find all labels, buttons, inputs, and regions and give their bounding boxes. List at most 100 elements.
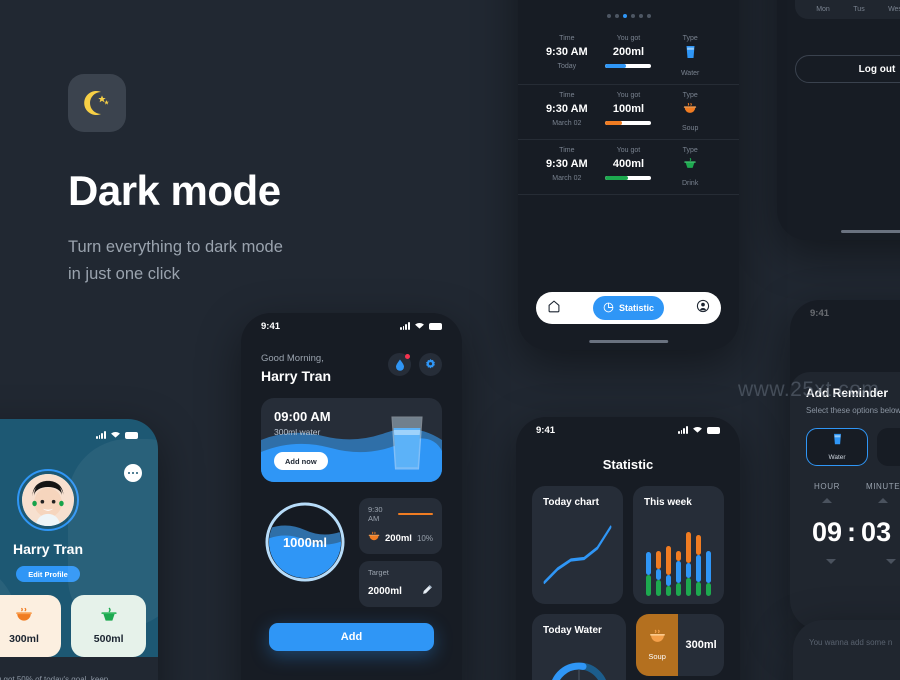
table-row[interactable]: Time 9:30 AM March 02 You got 100ml Type Soup bbox=[518, 85, 739, 140]
row-time: 9:30 AM bbox=[545, 46, 588, 58]
profile-phone: Harry Tran Edit Profile 200ml300ml500ml … bbox=[0, 419, 158, 680]
footer-line1: You got 50% of today's goal, keep bbox=[0, 674, 109, 680]
column-header-time: Time bbox=[559, 147, 575, 154]
profile-menu-button[interactable] bbox=[124, 464, 142, 482]
column-header-type: Type bbox=[682, 35, 698, 42]
pie-chart-icon bbox=[603, 302, 614, 315]
reminder-type-soup[interactable]: Soup bbox=[877, 428, 900, 466]
pagination-dot[interactable] bbox=[622, 14, 627, 18]
screenshot-stage: Dark mode Turn everything to dark mode i… bbox=[0, 0, 900, 680]
note-text: You wanna add some n bbox=[809, 638, 893, 647]
daily-progress-donut[interactable]: 1000ml bbox=[261, 498, 349, 586]
pagination-dot[interactable] bbox=[614, 14, 619, 18]
greeting-text: Good Morning, bbox=[261, 353, 324, 364]
today-water-card[interactable]: Today Water bbox=[532, 614, 626, 680]
table-row[interactable]: Time 9:30 AM Today You got 200ml Type Water bbox=[518, 28, 739, 85]
row-type-icon bbox=[659, 45, 721, 65]
soup-icon bbox=[649, 629, 666, 649]
type-label: Water bbox=[828, 454, 846, 461]
pagination-dots[interactable] bbox=[518, 14, 739, 18]
hero-subtitle: Turn everything to dark mode in just one… bbox=[68, 234, 398, 287]
row-type-icon bbox=[659, 102, 721, 120]
nav-statistic-tab[interactable]: Statistic bbox=[592, 296, 664, 320]
card-title: Today chart bbox=[543, 497, 599, 508]
row-type: Soup bbox=[681, 125, 699, 132]
notification-button[interactable] bbox=[388, 353, 411, 376]
log-list: Time 9:30 AM Today You got 200ml Type Water Tim… bbox=[518, 28, 739, 195]
stat-cards-row: Today chart This week bbox=[516, 472, 740, 604]
settings-button[interactable] bbox=[419, 353, 442, 376]
reminder-type-water[interactable]: Water bbox=[806, 428, 868, 466]
column-header-time: Time bbox=[559, 92, 575, 99]
signal-icon bbox=[95, 431, 106, 439]
row-type-icon bbox=[659, 157, 721, 175]
reminder-phone: 9:41 Reminder Add Reminder Select these … bbox=[790, 300, 900, 630]
soup-icon bbox=[368, 529, 380, 547]
row-time: 9:30 AM bbox=[545, 158, 588, 170]
nav-home-icon[interactable] bbox=[547, 299, 561, 318]
signal-icon bbox=[677, 426, 688, 434]
this-week-card[interactable]: This week bbox=[633, 486, 724, 604]
hero-subtitle-line2: in just one click bbox=[68, 264, 180, 283]
amount-card[interactable]: Soup 300ml bbox=[636, 614, 724, 676]
battery-icon bbox=[429, 322, 442, 330]
target-card[interactable]: Target 2000ml bbox=[359, 561, 442, 607]
bottom-nav[interactable]: Statistic bbox=[536, 292, 721, 324]
battery-icon bbox=[125, 431, 138, 439]
pagination-dot[interactable] bbox=[646, 14, 651, 18]
status-icons bbox=[95, 431, 138, 439]
hour-value[interactable]: 09 bbox=[812, 517, 842, 548]
status-icons bbox=[399, 322, 442, 330]
page-title: Dark mode bbox=[68, 167, 281, 214]
status-bar: 9:41 bbox=[790, 300, 900, 326]
settings-week-chart: This week MonTusWesThus bbox=[795, 0, 900, 19]
add-now-button[interactable]: Add now bbox=[274, 452, 328, 470]
log-percent: 10% bbox=[416, 533, 433, 543]
nav-profile-icon[interactable] bbox=[696, 299, 710, 318]
hour-label: HOUR bbox=[814, 482, 840, 491]
today-chart-card[interactable]: Today chart bbox=[532, 486, 623, 604]
today-line-chart bbox=[543, 525, 612, 584]
status-bar: 9:41 bbox=[241, 313, 462, 339]
amount-type: Soup bbox=[636, 614, 679, 676]
settings-screen-phone: focus on your health! This week MonTusWe… bbox=[777, 0, 900, 240]
note-phone: You wanna add some n bbox=[793, 620, 900, 680]
reminder-card[interactable]: 09:00 AM 300ml water Add now bbox=[261, 398, 442, 482]
quick-add-card[interactable]: 500ml bbox=[71, 595, 147, 657]
log-top-row: 9:30 AM bbox=[368, 505, 433, 523]
wifi-icon bbox=[693, 426, 702, 433]
home-indicator bbox=[588, 339, 669, 343]
minute-increment-icon[interactable] bbox=[878, 498, 889, 503]
avatar-image bbox=[22, 474, 74, 526]
quick-add-amount: 300ml bbox=[9, 633, 39, 645]
status-icons bbox=[677, 426, 720, 434]
hour-decrement-icon[interactable] bbox=[826, 559, 836, 564]
minute-value[interactable]: 03 bbox=[861, 517, 891, 548]
table-row[interactable]: Time 9:30 AM March 02 You got 400ml Type Drink bbox=[518, 140, 739, 195]
hour-increment-icon[interactable] bbox=[821, 498, 832, 503]
stat-cards-row-2: Today Water Soup 300ml bbox=[516, 604, 740, 680]
row-progress bbox=[605, 176, 652, 180]
pencil-icon[interactable] bbox=[422, 582, 433, 600]
user-name: Harry Tran bbox=[261, 368, 332, 384]
quick-add-card[interactable]: 300ml bbox=[0, 595, 62, 657]
logout-button[interactable]: Log out bbox=[795, 55, 900, 83]
minute-decrement-icon[interactable] bbox=[886, 559, 896, 564]
log-time: 9:30 AM bbox=[368, 505, 383, 523]
recent-log-card[interactable]: 9:30 AM 200ml 10% bbox=[359, 498, 442, 554]
pagination-dot[interactable] bbox=[638, 14, 643, 18]
soup-icon bbox=[15, 607, 33, 628]
target-label: Target bbox=[368, 568, 389, 577]
pagination-dot[interactable] bbox=[630, 14, 635, 18]
reminder-back-title: Reminder bbox=[790, 326, 900, 364]
log-progress-bar bbox=[397, 512, 433, 516]
sheet-title: Add Reminder bbox=[806, 386, 889, 400]
water-drop-bell-icon bbox=[395, 359, 404, 371]
row-date: March 02 bbox=[552, 120, 582, 127]
add-button[interactable]: Add bbox=[269, 623, 434, 651]
card-title: This week bbox=[644, 497, 692, 508]
notification-badge bbox=[405, 354, 410, 359]
row-date: Today bbox=[557, 63, 577, 70]
pagination-dot[interactable] bbox=[606, 14, 611, 18]
header-actions bbox=[388, 353, 442, 376]
